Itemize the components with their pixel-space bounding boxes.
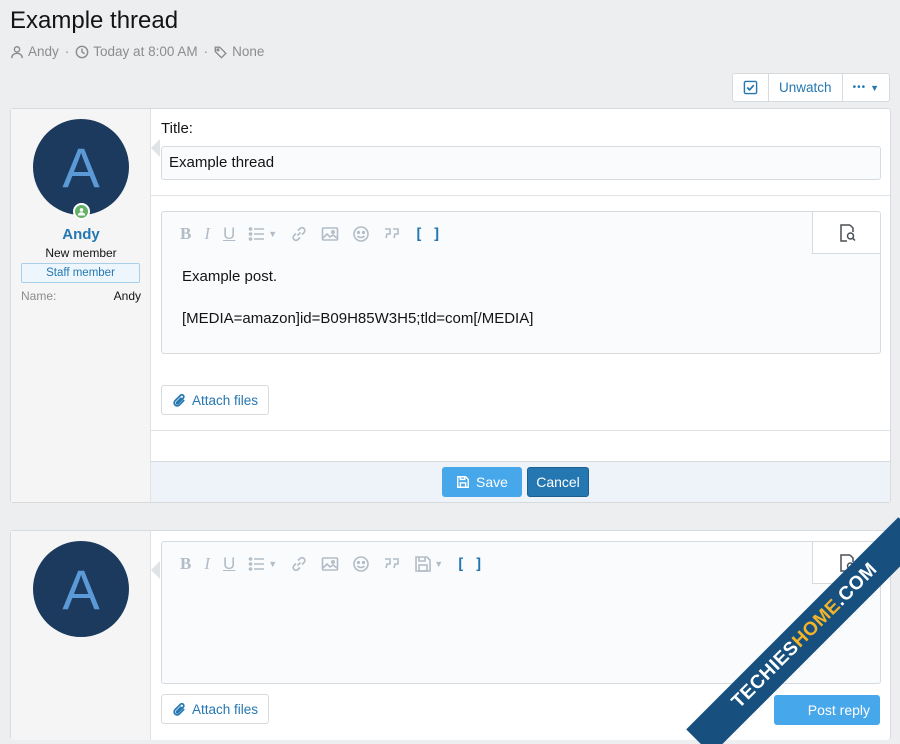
avatar[interactable]: A: [33, 119, 129, 215]
divider: [151, 195, 890, 196]
quote-button[interactable]: [383, 225, 401, 243]
save-icon: [415, 556, 432, 572]
link-button[interactable]: [290, 225, 308, 243]
editor-line: Example post.: [182, 268, 278, 285]
page-title: Example thread: [10, 7, 179, 34]
thread-action-group: Unwatch ••• ▼: [732, 73, 890, 102]
title-label: Title:: [161, 120, 193, 137]
save-button[interactable]: Save: [442, 467, 522, 497]
image-button[interactable]: [321, 555, 339, 573]
more-options-label: •••: [852, 82, 867, 93]
drafts-button[interactable]: ▼: [414, 555, 443, 573]
unwatch-button[interactable]: Unwatch: [769, 74, 843, 101]
message-arrow: [151, 139, 160, 157]
underline-button[interactable]: U: [223, 554, 235, 574]
list-button[interactable]: ▼: [248, 555, 277, 573]
italic-button[interactable]: I: [204, 224, 210, 244]
post-edit-message: A Andy New member Staff member Name: And…: [10, 108, 891, 503]
title-input[interactable]: Example thread: [161, 146, 881, 180]
rich-text-editor[interactable]: B I U ▼ [ ] Example post. [MEDIA=amazon]…: [161, 211, 881, 354]
link-button[interactable]: [290, 555, 308, 573]
meta-separator: ·: [203, 44, 209, 59]
username-link[interactable]: Andy: [11, 226, 151, 243]
list-icon: [248, 227, 265, 241]
attach-files-button[interactable]: Attach files: [161, 385, 269, 415]
thread-tags: None: [232, 44, 265, 59]
quote-icon: [385, 558, 400, 569]
user-extra: Name: Andy: [21, 289, 141, 303]
thread-date[interactable]: Today at 8:00 AM: [93, 44, 197, 59]
user-extra-key: Name:: [21, 289, 57, 303]
user-cell: A: [11, 531, 151, 740]
emoji-button[interactable]: [352, 225, 370, 243]
more-options-button[interactable]: ••• ▼: [843, 74, 889, 101]
save-icon: [457, 476, 469, 488]
smiley-icon: [353, 556, 370, 572]
attach-files-button[interactable]: Attach files: [161, 694, 269, 724]
italic-button[interactable]: I: [204, 554, 210, 574]
divider: [151, 430, 890, 431]
online-status-icon: [73, 203, 90, 220]
preview-toggle-button[interactable]: [812, 212, 880, 254]
meta-separator: ·: [64, 44, 70, 59]
attach-files-label: Attach files: [191, 392, 259, 408]
editor-line: [MEDIA=amazon]id=B09H85W3H5;tld=com[/MED…: [182, 310, 534, 327]
bold-button[interactable]: B: [180, 224, 191, 244]
quick-reply-message: A B I U ▼ ▼ [] Attach files Post reply: [10, 530, 891, 740]
smiley-icon: [353, 226, 370, 242]
image-icon: [321, 557, 339, 571]
list-icon: [248, 557, 265, 571]
attach-files-label: Attach files: [191, 701, 259, 717]
thread-author[interactable]: Andy: [28, 44, 59, 59]
post-reply-button[interactable]: Post reply: [774, 695, 880, 725]
clock-icon: [75, 45, 89, 58]
user-title: New member: [45, 246, 117, 260]
list-button[interactable]: ▼: [248, 225, 277, 243]
chevron-down-icon: ▼: [870, 82, 879, 93]
cancel-button[interactable]: Cancel: [527, 467, 589, 497]
staff-banner: Staff member: [21, 263, 140, 283]
user-cell: A Andy New member Staff member Name: And…: [11, 109, 151, 502]
paperclip-icon: [173, 393, 185, 407]
paperclip-icon: [173, 702, 185, 716]
editor-toolbar: B I U ▼ [ ]: [162, 212, 880, 254]
thread-meta: Andy · Today at 8:00 AM · None: [10, 44, 264, 59]
message-arrow: [151, 561, 160, 579]
tags-icon: [214, 45, 227, 59]
user-icon: [11, 45, 23, 58]
quote-icon: [385, 228, 400, 239]
editor-content[interactable]: Example post. [MEDIA=amazon]id=B09H85W3H…: [182, 266, 533, 350]
avatar[interactable]: A: [33, 541, 129, 637]
document-preview-icon: [839, 223, 856, 242]
select-toggle-button[interactable]: [733, 74, 770, 101]
link-icon: [292, 556, 306, 572]
save-label: Save: [476, 474, 508, 490]
emoji-button[interactable]: [352, 555, 370, 573]
checkbox-checked-icon: [743, 80, 758, 95]
form-footer: Save Cancel: [151, 461, 890, 502]
image-icon: [321, 227, 339, 241]
code-button[interactable]: [ ]: [456, 555, 483, 573]
quote-button[interactable]: [383, 555, 401, 573]
user-extra-value: Andy: [113, 289, 141, 303]
underline-button[interactable]: U: [223, 224, 235, 244]
link-icon: [292, 226, 306, 242]
editor-toolbar: B I U ▼ ▼ []: [162, 542, 880, 584]
bold-button[interactable]: B: [180, 554, 191, 574]
image-button[interactable]: [321, 225, 339, 243]
code-button[interactable]: [ ]: [414, 225, 441, 243]
